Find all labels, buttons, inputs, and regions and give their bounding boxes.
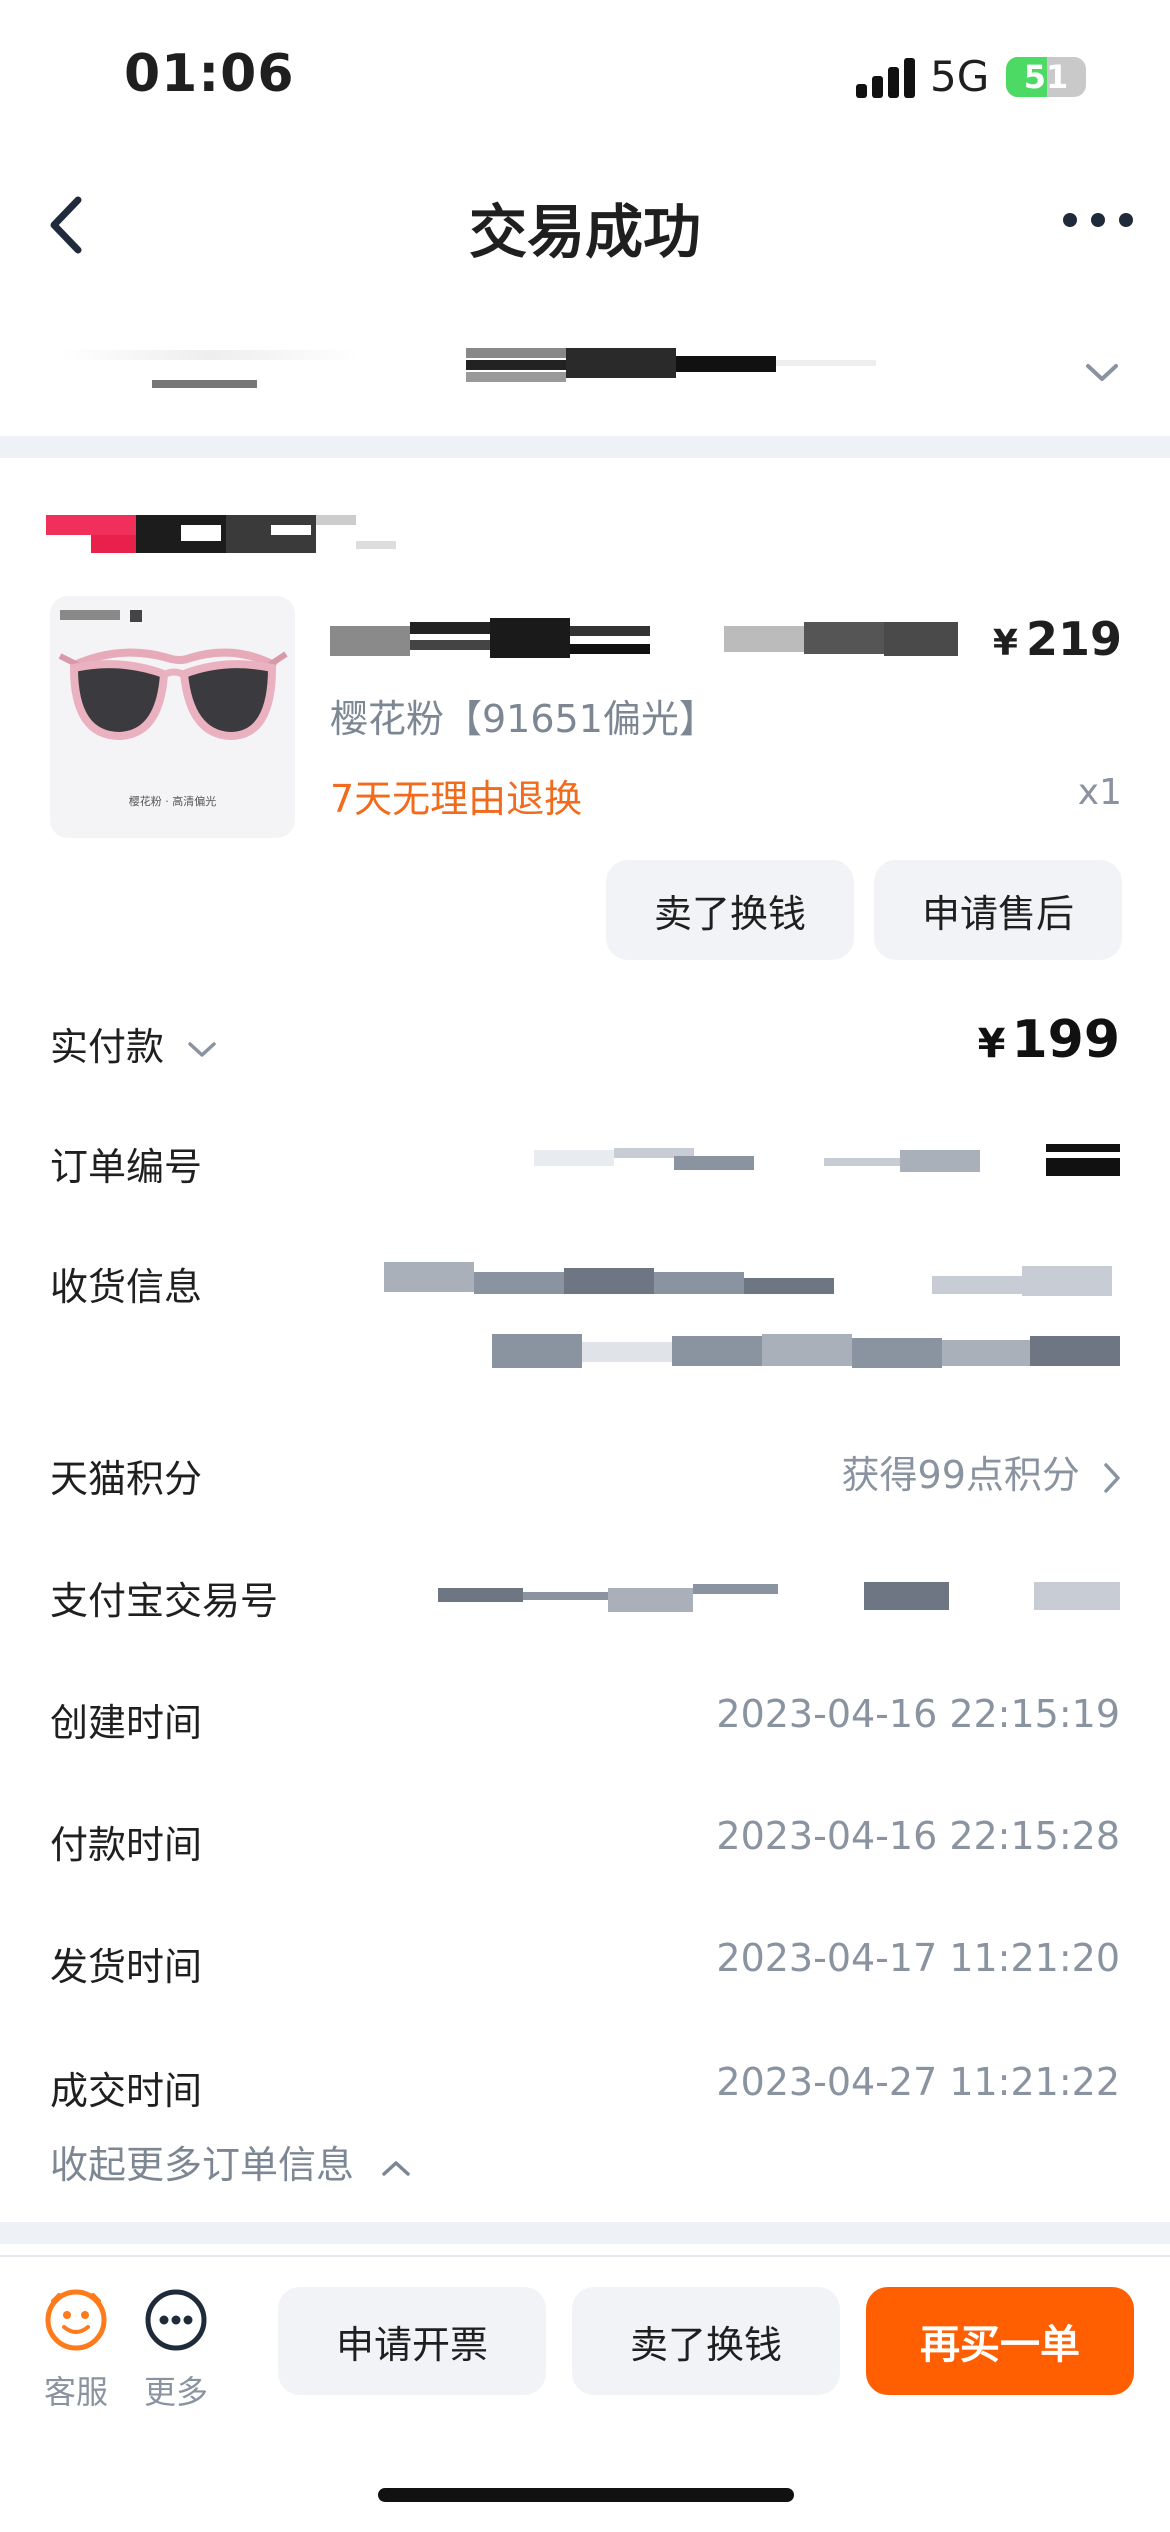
paid-label-row[interactable]: 实付款	[50, 1016, 218, 1071]
chevron-down-icon	[1086, 364, 1118, 381]
tmall-points-value: 获得99点积分	[841, 1453, 1080, 1497]
created-time-label: 创建时间	[50, 1701, 203, 1745]
product-price: ¥219	[993, 612, 1122, 666]
network-type: 5G	[930, 52, 990, 101]
after-sales-button[interactable]: 申请售后	[874, 860, 1122, 960]
collapse-order-info-link[interactable]: 收起更多订单信息	[50, 2134, 412, 2189]
customer-service-button[interactable]: 客服	[40, 2287, 112, 2411]
order-number-label: 订单编号	[50, 1145, 203, 1189]
payment-time-label: 付款时间	[50, 1823, 203, 1867]
deal-time-value: 2023-04-27 11:21:22	[716, 2060, 1120, 2104]
alipay-trade-label: 支付宝交易号	[50, 1579, 279, 1623]
created-time-value: 2023-04-16 22:15:19	[716, 1692, 1120, 1736]
product-quantity: x1	[1077, 772, 1122, 813]
battery-level: 51	[1023, 58, 1069, 96]
return-policy-tag: 7天无理由退换	[330, 777, 583, 821]
product-image-caption: 樱花粉 · 高清偏光	[128, 795, 217, 808]
shop-name-redacted[interactable]	[46, 515, 406, 553]
shipped-time-value: 2023-04-17 11:21:20	[716, 1936, 1120, 1980]
cellular-signal-icon	[856, 58, 916, 98]
currency-symbol: ¥	[977, 1021, 1006, 1067]
section-divider	[0, 436, 1170, 458]
page-title: 交易成功	[468, 198, 701, 266]
logistics-summary-redacted[interactable]	[0, 320, 1170, 435]
paid-label: 实付款	[50, 1025, 165, 1069]
product-sku: 樱花粉【91651偏光】	[330, 697, 717, 741]
more-options-icon	[145, 2289, 207, 2351]
paid-amount: ¥199	[978, 1010, 1120, 1070]
chevron-right-icon	[1104, 1462, 1120, 1493]
sell-item-button[interactable]: 卖了换钱	[606, 860, 854, 960]
request-invoice-button[interactable]: 申请开票	[278, 2287, 546, 2395]
buy-again-button[interactable]: 再买一单	[866, 2287, 1134, 2395]
section-divider	[0, 2222, 1170, 2244]
customer-service-label: 客服	[43, 2373, 108, 2411]
sell-item-bottom-button[interactable]: 卖了换钱	[572, 2287, 840, 2395]
shipped-time-label: 发货时间	[50, 1945, 203, 1989]
more-dots-icon[interactable]	[1058, 200, 1138, 240]
tmall-points-label: 天猫积分	[50, 1457, 203, 1501]
customer-service-icon	[45, 2289, 107, 2351]
payment-time-value: 2023-04-16 22:15:28	[716, 1814, 1120, 1858]
collapse-order-info-label: 收起更多订单信息	[50, 2143, 355, 2187]
paid-amount-value: 199	[1011, 1010, 1120, 1070]
chevron-down-icon	[188, 1041, 216, 1057]
tmall-points-link[interactable]: 获得99点积分	[842, 1444, 1122, 1499]
more-button[interactable]: 更多	[140, 2287, 212, 2411]
deal-time-label: 成交时间	[50, 2069, 203, 2113]
order-number-redacted[interactable]	[534, 1140, 1120, 1180]
home-indicator	[378, 2488, 794, 2502]
more-label: 更多	[143, 2373, 208, 2411]
battery-icon: 51	[1006, 57, 1086, 97]
product-title-redacted[interactable]	[330, 618, 960, 664]
product-price-value: 219	[1025, 612, 1122, 666]
currency-symbol: ¥	[992, 623, 1018, 664]
shipping-address-redacted[interactable]	[384, 1262, 1120, 1372]
shipping-info-label: 收货信息	[50, 1265, 203, 1309]
chevron-up-icon	[382, 2160, 410, 2176]
alipay-trade-number-redacted[interactable]	[438, 1578, 1120, 1614]
status-time: 01:06	[124, 44, 295, 104]
product-image[interactable]: 樱花粉 · 高清偏光	[50, 596, 295, 838]
